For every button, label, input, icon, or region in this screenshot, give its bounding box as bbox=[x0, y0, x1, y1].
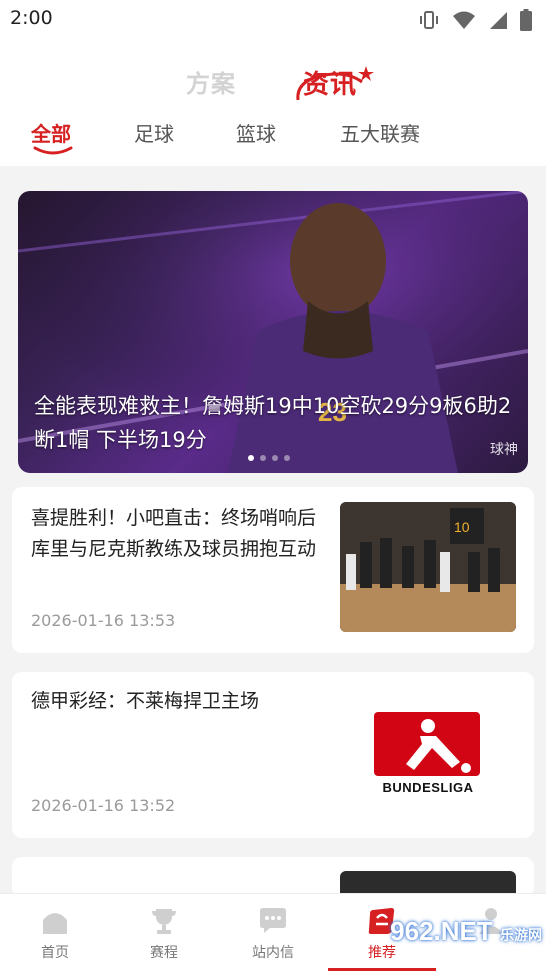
news-card[interactable] bbox=[12, 857, 534, 897]
tab-label: 足球 bbox=[134, 122, 174, 146]
battery-icon bbox=[520, 9, 532, 31]
news-card[interactable]: 喜提胜利！小吧直击：终场哨响后库里与尼克斯教练及球员拥抱互动 2026-01-1… bbox=[12, 487, 534, 653]
tab-label: 篮球 bbox=[236, 122, 276, 146]
category-tabs: 全部 足球 篮球 五大联赛 bbox=[0, 118, 546, 158]
nav-label: 首页 bbox=[41, 945, 69, 961]
wifi-icon bbox=[453, 11, 475, 29]
bundesliga-label: BUNDESLIGA bbox=[382, 780, 474, 795]
status-icons bbox=[418, 9, 532, 31]
segment-plan[interactable]: 方案 bbox=[186, 64, 236, 99]
banner-watermark: 球神 bbox=[490, 442, 518, 458]
segment-control: 方案 资讯 bbox=[0, 56, 546, 106]
nav-messages[interactable]: 站内信 bbox=[218, 894, 328, 971]
tab-label: 全部 bbox=[31, 122, 71, 146]
nav-home[interactable]: 首页 bbox=[0, 894, 110, 971]
message-icon bbox=[260, 908, 286, 933]
bundesliga-logo bbox=[374, 712, 480, 776]
banner-title: 全能表现难救主！詹姆斯19中10空砍29分9板6助2断1帽 下半场19分 bbox=[34, 394, 512, 452]
pager-dot bbox=[272, 455, 278, 461]
tab-all[interactable]: 全部 bbox=[31, 118, 73, 155]
featured-banner[interactable]: 23 全能表现难救主！詹姆斯19中10空砍29分9板6助2断1帽 下半场19分 … bbox=[18, 191, 528, 473]
pager-dot bbox=[260, 455, 266, 461]
news-date: 2026-01-16 13:53 bbox=[31, 611, 176, 630]
tab-football[interactable]: 足球 bbox=[134, 118, 174, 147]
pager-dot bbox=[284, 455, 290, 461]
header: 方案 资讯 全部 足球 篮球 五大联赛 bbox=[0, 38, 546, 166]
segment-news[interactable]: 资讯 bbox=[303, 64, 357, 101]
news-title: 喜提胜利！小吧直击：终场哨响后库里与尼克斯教练及球员拥抱互动 bbox=[31, 507, 317, 560]
news-title: 德甲彩经：不莱梅捍卫主场 bbox=[31, 690, 260, 712]
nav-label: 赛程 bbox=[150, 945, 178, 961]
news-card[interactable]: 德甲彩经：不莱梅捍卫主场 2026-01-16 13:52 BUNDESLIGA bbox=[12, 672, 534, 838]
basketball-court-image: 10 bbox=[340, 502, 516, 632]
tab-top-five-leagues[interactable]: 五大联赛 bbox=[340, 118, 420, 147]
vibrate-icon bbox=[420, 11, 438, 29]
site-watermark: 962.NET 乐游网 bbox=[390, 916, 542, 947]
svg-text:10: 10 bbox=[454, 519, 470, 535]
pager-dot bbox=[248, 455, 254, 461]
tab-label: 五大联赛 bbox=[340, 122, 420, 146]
signal-icon bbox=[490, 12, 507, 29]
active-tab-indicator-icon bbox=[33, 146, 73, 155]
status-time: 2:00 bbox=[10, 7, 53, 29]
home-icon bbox=[43, 913, 67, 934]
news-thumbnail: 10 bbox=[340, 502, 516, 632]
banner-pager bbox=[248, 455, 290, 461]
watermark-text: 962.NET bbox=[390, 916, 493, 946]
trophy-icon bbox=[152, 909, 176, 934]
news-date: 2026-01-16 13:52 bbox=[31, 796, 176, 815]
news-thumbnail: BUNDESLIGA bbox=[340, 690, 516, 820]
tab-basketball[interactable]: 篮球 bbox=[236, 118, 276, 147]
watermark-subtext: 乐游网 bbox=[500, 927, 542, 943]
status-bar: 2:00 bbox=[0, 0, 546, 38]
nav-schedule[interactable]: 赛程 bbox=[109, 894, 219, 971]
nav-label: 站内信 bbox=[252, 945, 294, 961]
